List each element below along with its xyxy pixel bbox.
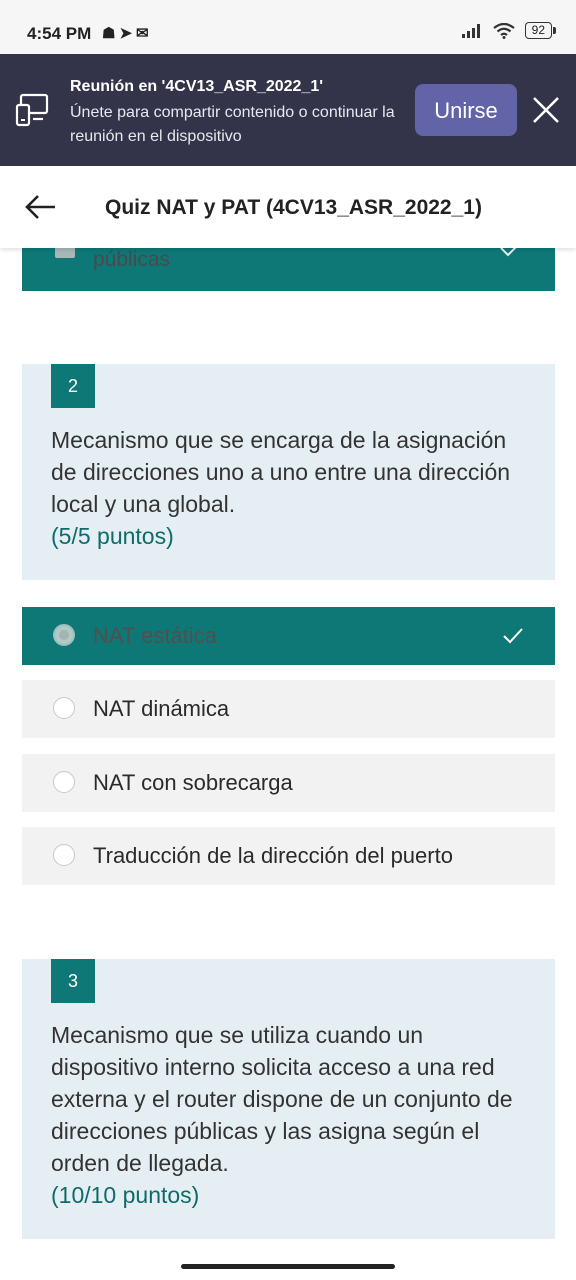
radio-icon[interactable] xyxy=(53,771,75,793)
question-points: (5/5 puntos) xyxy=(51,523,174,549)
system-indicators: 92 xyxy=(461,22,557,39)
option-label: Traducción de la dirección del puerto xyxy=(93,843,453,868)
option-label: NAT con sobrecarga xyxy=(93,770,293,795)
question-card: 2 Mecanismo que se encarga de la asignac… xyxy=(22,364,555,580)
option-traduccion-puerto[interactable]: Traducción de la dirección del puerto xyxy=(22,827,555,885)
option-nat-estatica[interactable]: NAT estática xyxy=(22,607,555,665)
checkbox-icon xyxy=(55,248,75,258)
previous-selected-option[interactable]: públicas xyxy=(22,248,555,291)
banner-title: Reunión en '4CV13_ASR_2022_1' xyxy=(70,78,324,95)
question-text: Mecanismo que se encarga de la asignació… xyxy=(51,424,521,552)
radio-selected-icon[interactable] xyxy=(53,624,75,646)
question-card: 3 Mecanismo que se utiliza cuando un dis… xyxy=(22,959,555,1239)
wifi-icon xyxy=(492,22,515,39)
join-button[interactable]: Unirse xyxy=(415,84,517,136)
option-label: NAT estática xyxy=(93,623,217,648)
radio-icon[interactable] xyxy=(53,844,75,866)
question-number: 3 xyxy=(51,959,95,1003)
check-icon xyxy=(503,628,523,644)
page-title: Quiz NAT y PAT (4CV13_ASR_2022_1) xyxy=(105,196,482,219)
discord-icon: ☗ xyxy=(102,25,120,42)
question-text: Mecanismo que se utiliza cuando un dispo… xyxy=(51,1019,521,1211)
close-icon[interactable] xyxy=(528,92,564,128)
option-nat-dinamica[interactable]: NAT dinámica xyxy=(22,680,555,738)
device-cast-icon xyxy=(15,93,49,127)
option-label: públicas xyxy=(93,248,171,271)
banner-text: Únete para compartir contenido o continu… xyxy=(70,104,395,145)
signal-icon xyxy=(461,23,480,38)
option-nat-sobrecarga[interactable]: NAT con sobrecarga xyxy=(22,754,555,812)
notification-icons: ☗➤✉ xyxy=(102,24,153,42)
question-points: (10/10 puntos) xyxy=(51,1182,200,1208)
question-body: Mecanismo que se encarga de la asignació… xyxy=(51,427,511,517)
radio-icon[interactable] xyxy=(53,697,75,719)
status-time: 4:54 PM xyxy=(27,24,92,43)
battery-icon: 92 xyxy=(524,22,557,39)
status-bar: 4:54 PM ☗➤✉ 92 xyxy=(0,0,576,54)
check-icon xyxy=(500,248,517,257)
telegram-icon: ➤ xyxy=(119,25,137,42)
home-indicator[interactable] xyxy=(181,1264,395,1269)
option-label: NAT dinámica xyxy=(93,696,230,721)
question-number: 2 xyxy=(51,364,95,408)
question-body: Mecanismo que se utiliza cuando un dispo… xyxy=(51,1022,513,1176)
back-arrow-icon[interactable] xyxy=(24,193,58,221)
page-header: Quiz NAT y PAT (4CV13_ASR_2022_1) xyxy=(0,166,576,248)
outlook-icon: ✉ xyxy=(136,25,153,42)
